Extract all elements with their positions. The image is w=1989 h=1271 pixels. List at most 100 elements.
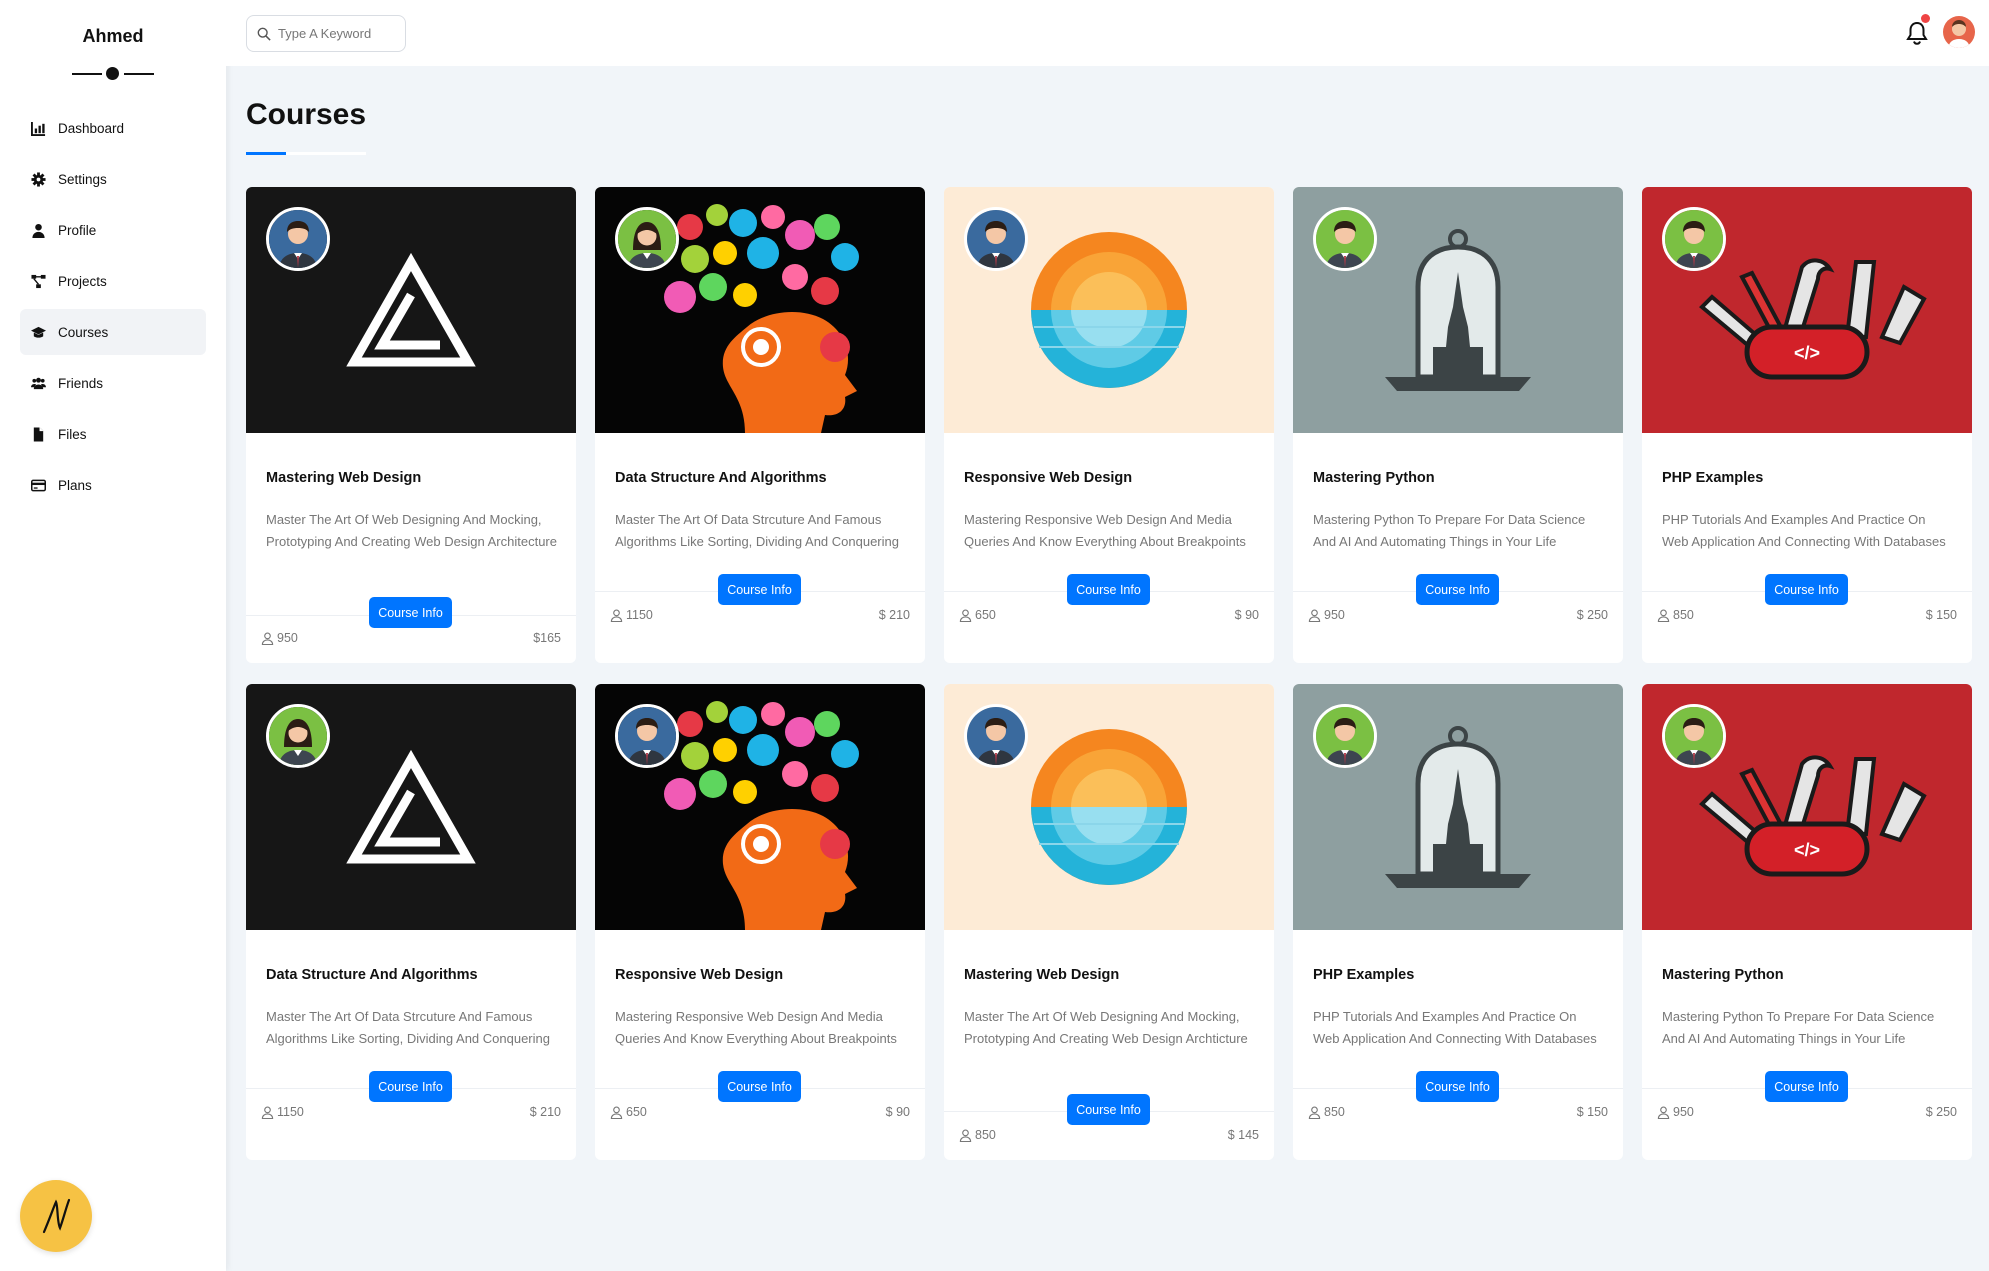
course-title: Data Structure And Algorithms	[266, 967, 478, 983]
course-price: $ 210	[529, 1105, 561, 1119]
course-description: Mastering Python To Prepare For Data Sci…	[1662, 1009, 1935, 1046]
student-count: 650	[610, 1105, 647, 1119]
user-outline-icon	[959, 1129, 972, 1142]
course-price: $165	[533, 631, 561, 645]
avatar-icon	[1665, 707, 1723, 765]
course-card: Mastering Python Mastering Python To Pre…	[1293, 187, 1623, 663]
course-info-button[interactable]: Course Info	[1416, 1071, 1499, 1102]
notifications-button[interactable]	[1906, 14, 1930, 45]
user-outline-icon	[1308, 1106, 1321, 1119]
course-title: Mastering Python	[1662, 967, 1784, 983]
course-title: Responsive Web Design	[964, 470, 1133, 486]
course-description: Mastering Responsive Web Design And Medi…	[964, 512, 1246, 549]
course-description: Mastering Responsive Web Design And Medi…	[615, 1009, 897, 1046]
course-price: $ 150	[1925, 608, 1957, 622]
course-description: Master The Art Of Web Designing And Mock…	[964, 1009, 1248, 1046]
course-info-button[interactable]: Course Info	[718, 574, 801, 605]
course-card: PHP Examples PHP Tutorials And Examples …	[1293, 684, 1623, 1160]
course-price: $ 90	[1234, 608, 1259, 622]
instructor-avatar	[1662, 207, 1726, 271]
student-count: 950	[1657, 1105, 1694, 1119]
course-card: Data Structure And Algorithms Master The…	[595, 187, 925, 663]
course-title: PHP Examples	[1313, 967, 1415, 983]
course-description: Mastering Python To Prepare For Data Sci…	[1313, 512, 1586, 549]
users-icon	[31, 377, 46, 389]
user-outline-icon	[1657, 1106, 1670, 1119]
course-description: Master The Art Of Data Strcuture And Fam…	[615, 512, 899, 549]
course-description: PHP Tutorials And Examples And Practice …	[1662, 512, 1946, 549]
instructor-avatar	[1313, 704, 1377, 768]
course-info-button[interactable]: Course Info	[369, 1071, 452, 1102]
avatar-icon	[618, 707, 676, 765]
student-count: 1150	[261, 1105, 304, 1119]
course-info-button[interactable]: Course Info	[1765, 1071, 1848, 1102]
sidebar-item-dashboard[interactable]: Dashboard	[20, 105, 206, 151]
sidebar-item-profile[interactable]: Profile	[20, 207, 206, 253]
course-title: Mastering Web Design	[964, 967, 1120, 983]
course-info-button[interactable]: Course Info	[718, 1071, 801, 1102]
notification-dot	[1921, 14, 1930, 23]
instructor-avatar	[615, 704, 679, 768]
student-count: 850	[959, 1128, 996, 1142]
course-card: Responsive Web Design Mastering Responsi…	[944, 187, 1274, 663]
sidebar-nav: Dashboard Settings Profile Projects Cour…	[20, 105, 206, 513]
sidebar-item-courses[interactable]: Courses	[20, 309, 206, 355]
brand-divider	[72, 66, 154, 82]
course-card: PHP Examples PHP Tutorials And Examples …	[1642, 187, 1972, 663]
gear-icon	[31, 171, 46, 187]
sidebar-item-settings[interactable]: Settings	[20, 156, 206, 202]
course-info-button[interactable]: Course Info	[1067, 1094, 1150, 1125]
avatar-icon	[1316, 210, 1374, 268]
user-outline-icon	[261, 1106, 274, 1119]
course-info-button[interactable]: Course Info	[1067, 574, 1150, 605]
sidebar-item-label: Courses	[58, 324, 109, 340]
course-description: Master The Art Of Data Strcuture And Fam…	[266, 1009, 550, 1046]
title-underline	[246, 152, 366, 155]
avatar-icon	[1665, 210, 1723, 268]
student-count: 850	[1308, 1105, 1345, 1119]
avatar-icon	[1316, 707, 1374, 765]
sidebar-item-label: Settings	[58, 171, 107, 187]
user-outline-icon	[959, 609, 972, 622]
avatar-icon	[967, 210, 1025, 268]
graduation-cap-icon	[31, 326, 46, 338]
user-icon	[32, 223, 45, 238]
sidebar-item-label: Files	[58, 426, 87, 442]
avatar-icon	[269, 210, 327, 268]
sidebar-item-files[interactable]: Files	[20, 411, 206, 457]
brand-name: Ahmed	[82, 26, 144, 46]
instructor-avatar	[266, 704, 330, 768]
course-info-button[interactable]: Course Info	[1765, 574, 1848, 605]
user-outline-icon	[1657, 609, 1670, 622]
user-outline-icon	[1308, 609, 1321, 622]
course-title: Responsive Web Design	[615, 967, 784, 983]
user-avatar[interactable]	[1943, 16, 1975, 48]
sidebar-item-label: Friends	[58, 375, 104, 391]
instructor-avatar	[964, 207, 1028, 271]
course-card: Mastering Web Design Master The Art Of W…	[944, 684, 1274, 1160]
student-count: 950	[1308, 608, 1345, 622]
course-price: $ 250	[1925, 1105, 1957, 1119]
sidebar-item-friends[interactable]: Friends	[20, 360, 206, 406]
student-count: 950	[261, 631, 298, 645]
instructor-avatar	[964, 704, 1028, 768]
credit-card-icon	[31, 479, 46, 491]
search-input[interactable]	[278, 26, 393, 41]
sidebar-item-label: Projects	[58, 273, 107, 289]
instructor-avatar	[1662, 704, 1726, 768]
course-info-button[interactable]: Course Info	[369, 597, 452, 628]
sidebar-item-projects[interactable]: Projects	[20, 258, 206, 304]
student-count: 650	[959, 608, 996, 622]
course-title: Mastering Web Design	[266, 470, 422, 486]
user-outline-icon	[610, 609, 623, 622]
course-title: Data Structure And Algorithms	[615, 470, 827, 486]
course-card: Responsive Web Design Mastering Responsi…	[595, 684, 925, 1160]
sidebar-item-plans[interactable]: Plans	[20, 462, 206, 508]
user-outline-icon	[610, 1106, 623, 1119]
top-header	[226, 0, 1989, 66]
sidebar: Ahmed Dashboard Settings Profile Project…	[0, 0, 226, 1271]
avatar-icon	[269, 707, 327, 765]
course-info-button[interactable]: Course Info	[1416, 574, 1499, 605]
app-logo[interactable]	[20, 1180, 92, 1252]
student-count: 850	[1657, 608, 1694, 622]
